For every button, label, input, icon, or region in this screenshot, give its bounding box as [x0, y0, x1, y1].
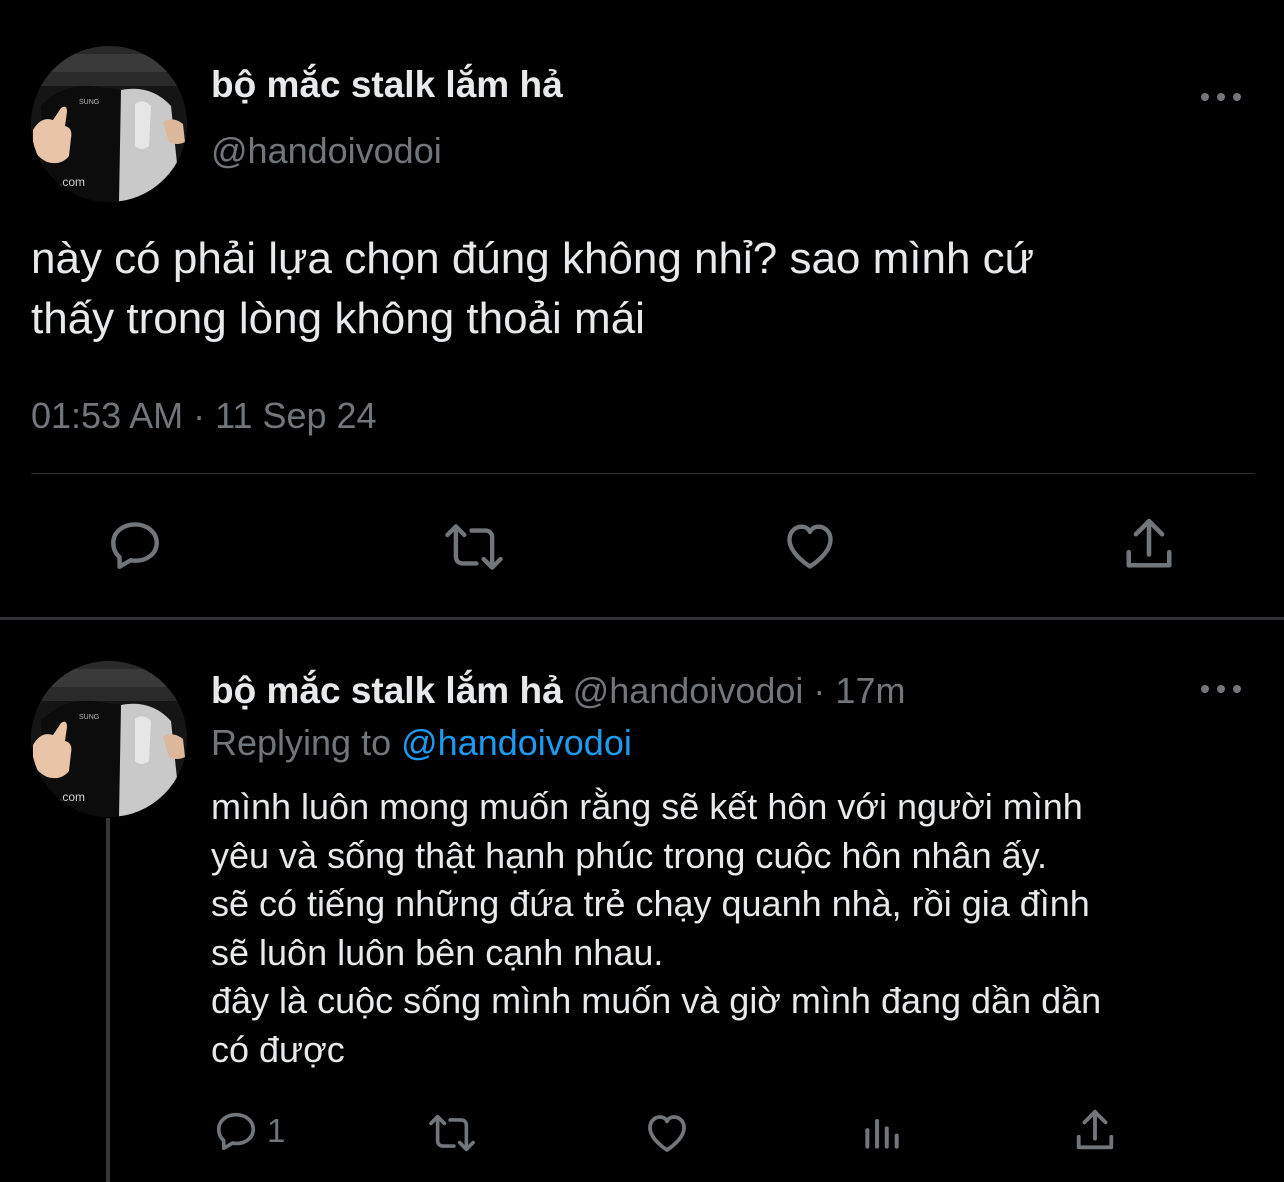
reply-text: mình luôn mong muốn rằng sẽ kết hôn với … — [211, 786, 1102, 1070]
analytics-icon — [865, 1118, 899, 1149]
reply-share-button[interactable] — [1072, 1106, 1118, 1156]
divider — [31, 473, 1255, 474]
tweet-text: này có phải lựa chọn đúng không nhỉ? sao… — [31, 234, 1035, 343]
more-options-icon[interactable] — [1201, 90, 1241, 104]
view-analytics-button[interactable] — [860, 1110, 904, 1154]
user-handle[interactable]: @handoivodoi — [211, 130, 442, 172]
reply-like-button[interactable] — [643, 1109, 691, 1157]
reply-time-ago[interactable]: 17m — [835, 670, 905, 711]
svg-text:.com: .com — [59, 790, 85, 804]
replying-to-line: Replying to @handoivodoi — [211, 722, 632, 764]
header-separator: · — [813, 670, 826, 711]
reply-avatar[interactable]: .com SUNG — [31, 661, 187, 817]
display-name[interactable]: bộ mắc stalk lắm hả — [211, 64, 563, 106]
reply-display-name[interactable]: bộ mắc stalk lắm hả — [211, 670, 563, 711]
replying-to-mention[interactable]: @handoivodoi — [401, 722, 632, 763]
avatar[interactable]: .com SUNG — [31, 46, 187, 202]
retweet-icon — [445, 524, 503, 570]
retweet-icon — [429, 1114, 475, 1152]
svg-text:.com: .com — [59, 175, 85, 189]
heart-icon — [648, 1115, 686, 1152]
tweet-timestamp[interactable]: 01:53 AM · 11 Sep 24 — [31, 395, 377, 437]
share-button[interactable] — [1120, 514, 1178, 576]
share-icon — [1126, 518, 1172, 568]
reply-button[interactable] — [106, 516, 164, 574]
reply-icon — [111, 522, 159, 569]
reply-user-handle[interactable]: @handoivodoi — [573, 670, 804, 711]
svg-text:SUNG: SUNG — [79, 99, 99, 106]
thread-connector-line — [106, 818, 110, 1182]
section-divider — [0, 617, 1284, 620]
retweet-button[interactable] — [441, 518, 507, 576]
reply-retweet-button[interactable] — [425, 1110, 479, 1156]
reply-more-options-icon[interactable] — [1201, 682, 1241, 696]
share-icon — [1076, 1109, 1114, 1150]
reply-icon — [216, 1112, 256, 1151]
heart-icon — [787, 524, 833, 569]
reply-count: 1 — [267, 1112, 286, 1149]
replying-to-label: Replying to — [211, 722, 392, 763]
like-button[interactable] — [781, 517, 839, 575]
reply-header: bộ mắc stalk lắm hả @handoivodoi · 17m — [211, 670, 905, 712]
svg-text:SUNG: SUNG — [79, 714, 99, 721]
reply-reply-button[interactable]: 1 — [213, 1108, 285, 1154]
